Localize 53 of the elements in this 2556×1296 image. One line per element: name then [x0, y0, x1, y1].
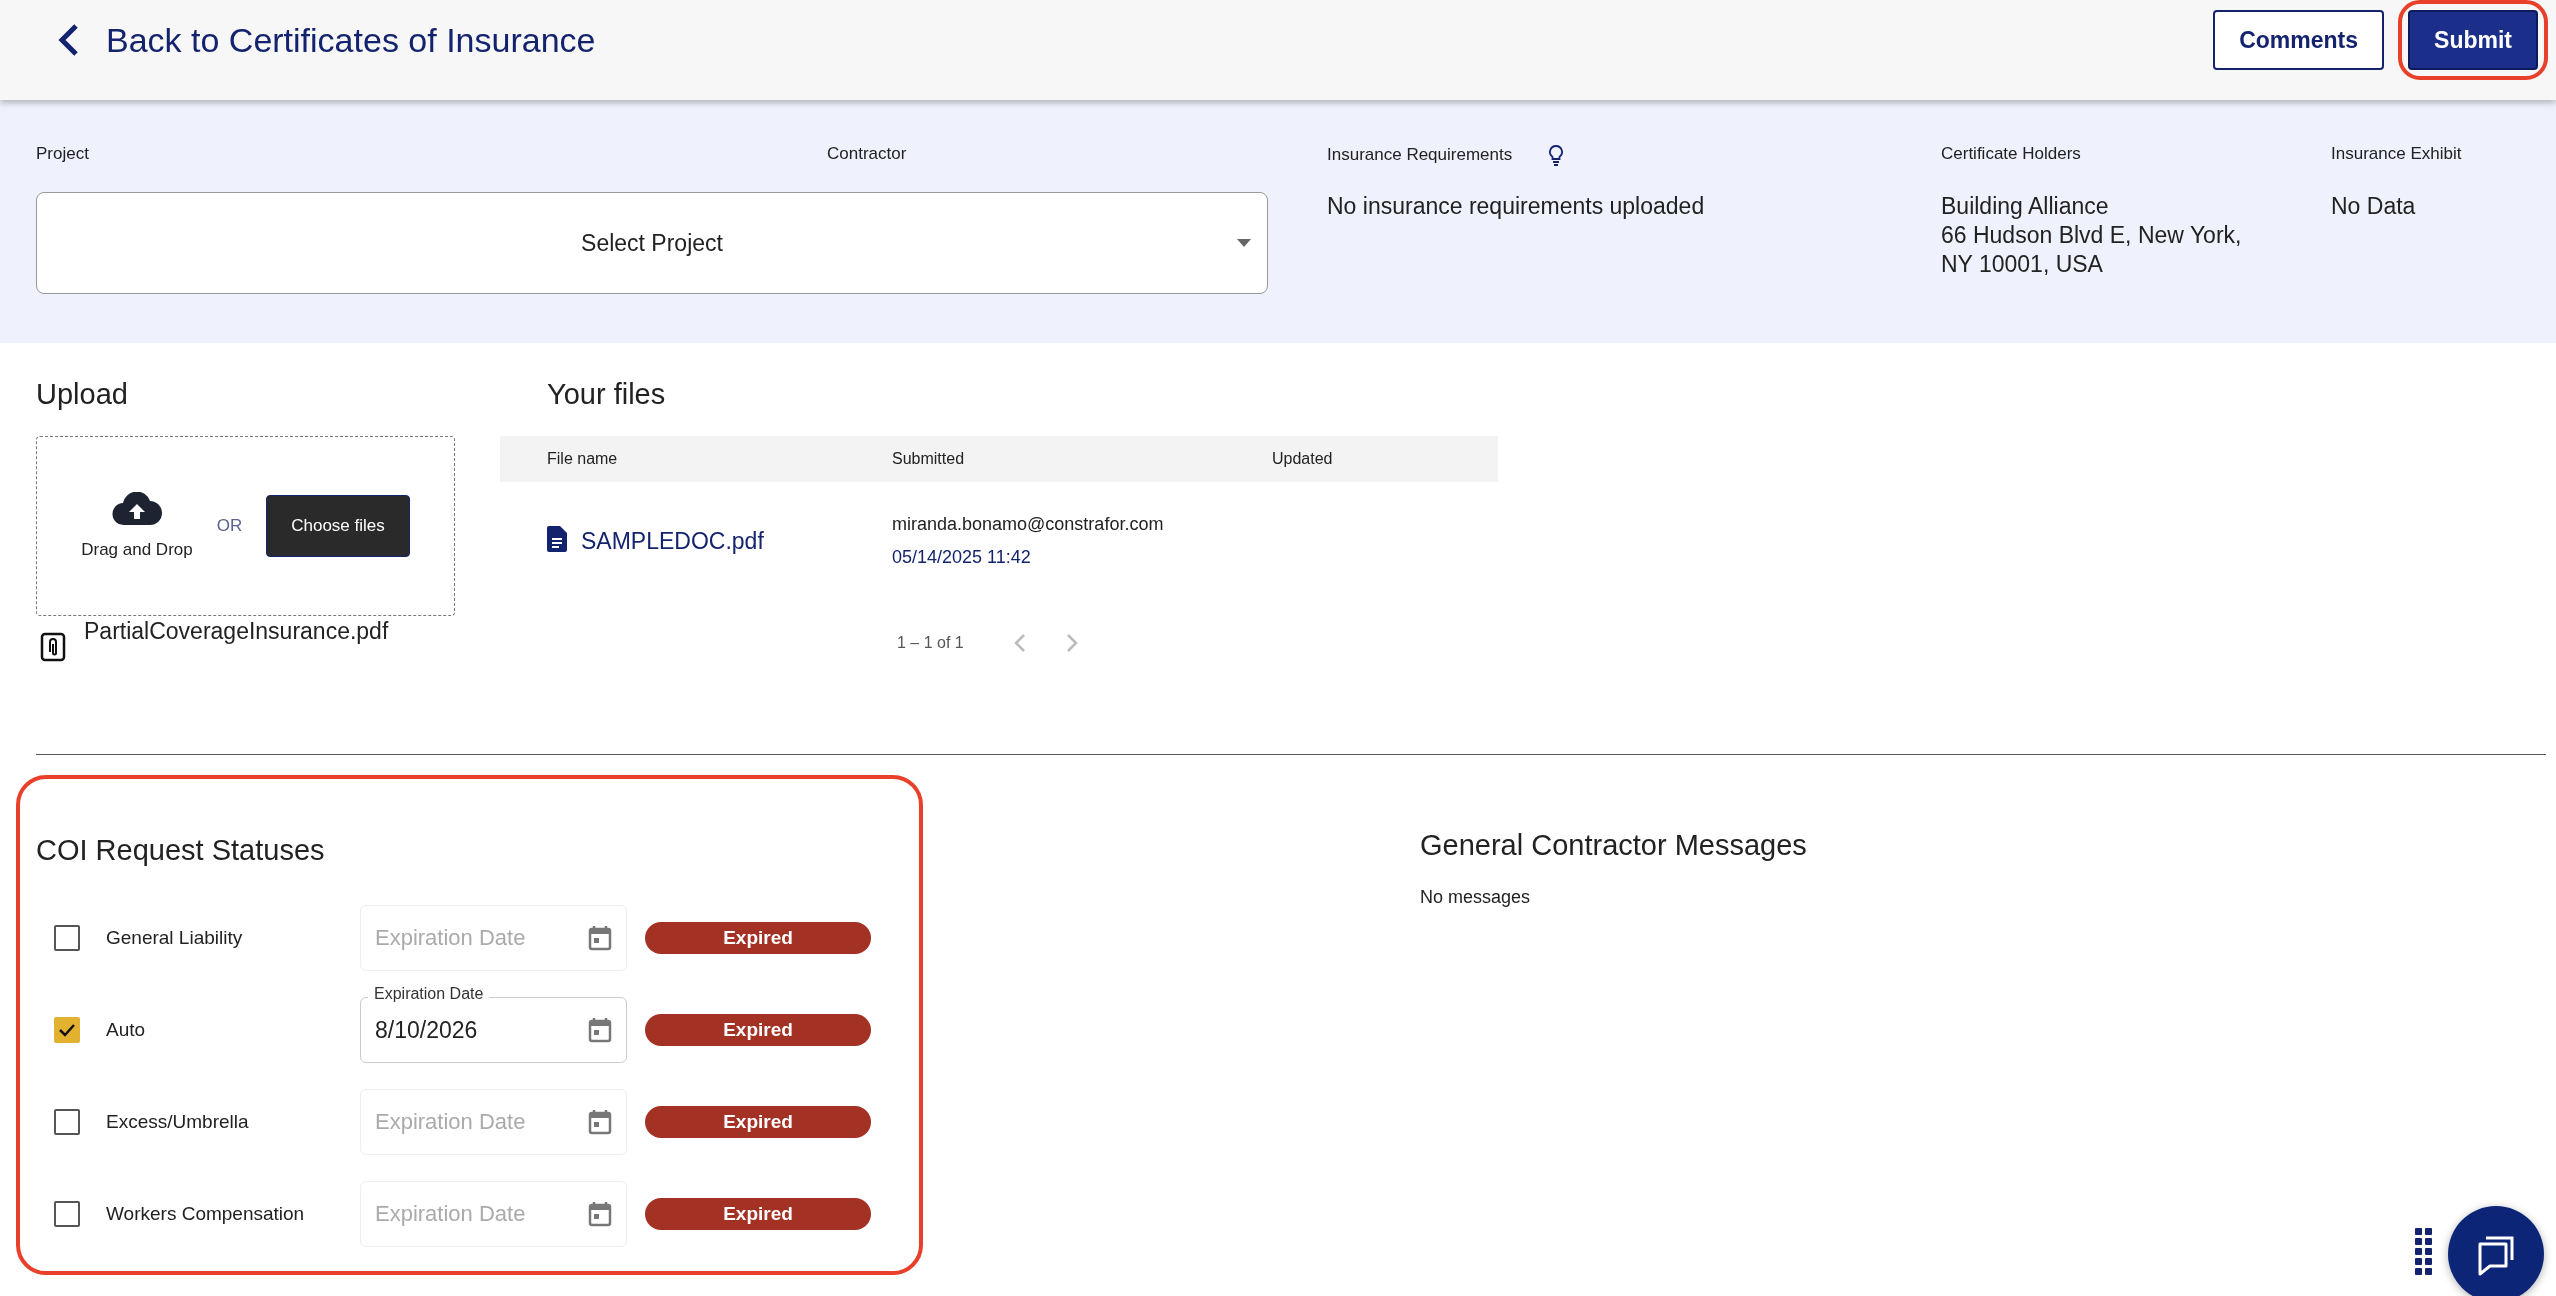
calendar-icon[interactable] — [588, 1201, 612, 1227]
calendar-icon[interactable] — [588, 1017, 612, 1043]
section-title: General Contractor Messages — [1420, 829, 1807, 862]
section-title: Your files — [547, 378, 667, 411]
checkbox[interactable] — [54, 1017, 80, 1043]
field-label: Insurance Exhibit — [2331, 144, 2463, 165]
pagination-label: 1 – 1 of 1 — [897, 634, 964, 652]
checkbox[interactable] — [54, 1201, 80, 1227]
caret-icon — [1237, 239, 1251, 247]
or-label: OR — [216, 516, 243, 536]
field-label: Certificate Holders — [1941, 144, 2082, 165]
chevron-left-icon — [58, 23, 80, 57]
calendar-icon[interactable] — [588, 1109, 612, 1135]
submit-button[interactable]: Submit — [2408, 10, 2538, 70]
comments-button[interactable]: Comments — [2213, 10, 2385, 70]
status-badge: Expired — [645, 922, 871, 954]
coverage-label: Excess/Umbrella — [106, 1111, 250, 1133]
file-name: PartialCoverageInsurance.pdf — [84, 618, 389, 645]
address-line: Building Alliance — [1941, 192, 2110, 221]
project-select[interactable]: Select Project — [36, 192, 1268, 294]
drop-label: Drag and Drop — [81, 540, 193, 560]
drag-handle-icon[interactable] — [2415, 1228, 2433, 1278]
column-header: File name — [547, 450, 619, 468]
calendar-icon[interactable] — [588, 925, 612, 951]
checkbox[interactable] — [54, 1109, 80, 1135]
column-header: Submitted — [892, 450, 966, 468]
field-label: Contractor — [827, 144, 908, 165]
coverage-label: General Liability — [106, 927, 244, 949]
drop-zone[interactable]: Drag and Drop OR Choose files — [36, 436, 455, 616]
submitter-email: miranda.bonamo@constrafor.com — [892, 514, 1165, 535]
field-label: Insurance Requirements — [1327, 145, 1513, 165]
field-value: No Data — [2331, 192, 2417, 221]
chat-button[interactable] — [2448, 1206, 2544, 1296]
field-label: Project — [36, 144, 90, 165]
column-header: Updated — [1272, 450, 1334, 468]
address-line: 66 Hudson Blvd E, New York, — [1941, 221, 2243, 250]
status-badge: Expired — [645, 1198, 871, 1230]
address-line: NY 10001, USA — [1941, 250, 2104, 279]
back-link[interactable]: Back to Certificates of Insurance — [58, 20, 596, 60]
coverage-label: Auto — [106, 1019, 147, 1041]
section-title: Upload — [36, 378, 129, 411]
empty-message: No messages — [1420, 887, 1532, 908]
lightbulb-icon[interactable] — [1548, 144, 1565, 166]
floating-label: Expiration Date — [368, 985, 490, 1003]
field-value: No insurance requirements uploaded — [1327, 192, 1706, 221]
section-title: COI Request Statuses — [36, 834, 326, 867]
submitted-date: 05/14/2025 11:42 — [892, 547, 1032, 568]
status-badge: Expired — [645, 1106, 871, 1138]
coverage-label: Workers Compensation — [106, 1203, 306, 1225]
file-link[interactable]: SAMPLEDOC.pdf — [581, 527, 764, 555]
checkbox[interactable] — [54, 925, 80, 951]
status-badge: Expired — [645, 1014, 871, 1046]
choose-files-button[interactable]: Choose files — [266, 495, 410, 557]
